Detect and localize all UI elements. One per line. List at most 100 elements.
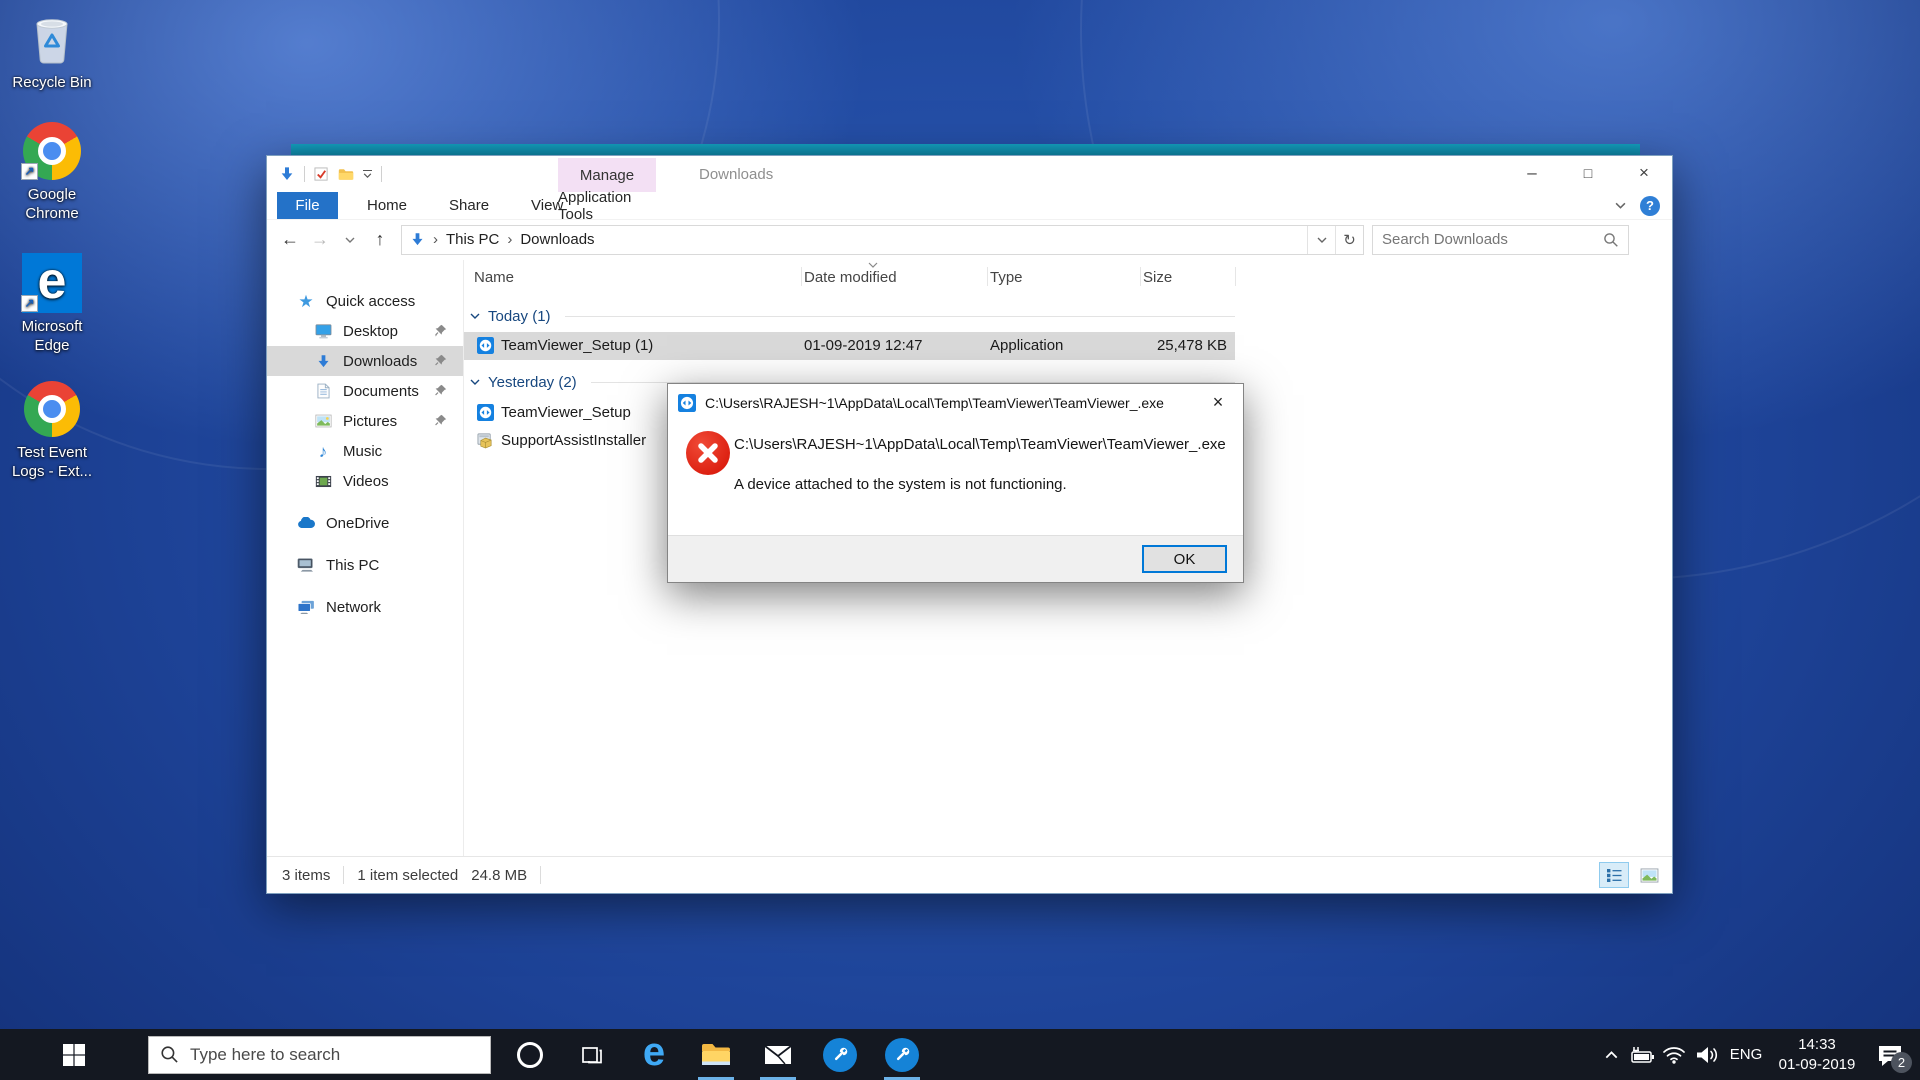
minimize-button[interactable]: – bbox=[1504, 156, 1560, 190]
group-header-today[interactable]: Today (1) bbox=[470, 304, 1235, 328]
videos-icon bbox=[314, 475, 332, 488]
start-button[interactable] bbox=[0, 1029, 148, 1080]
sidebar-item-music[interactable]: ♪ Music bbox=[267, 436, 463, 466]
sidebar-item-label: This PC bbox=[326, 557, 379, 574]
qat-separator bbox=[304, 166, 305, 182]
language-indicator[interactable]: ENG bbox=[1724, 1029, 1768, 1080]
tab-share[interactable]: Share bbox=[428, 192, 510, 219]
taskbar-mail-button[interactable] bbox=[755, 1029, 801, 1080]
column-header-name[interactable]: Name bbox=[474, 260, 514, 293]
breadcrumb-this-pc[interactable]: This PC bbox=[446, 231, 499, 248]
sidebar-item-documents[interactable]: Documents bbox=[267, 376, 463, 406]
pin-icon bbox=[434, 354, 447, 367]
column-header-date-modified[interactable]: Date modified bbox=[804, 260, 897, 293]
group-label: Today (1) bbox=[488, 308, 551, 325]
desktop-folder-icon bbox=[314, 324, 332, 339]
breadcrumb-separator: › bbox=[433, 231, 438, 248]
sidebar-item-downloads[interactable]: Downloads bbox=[267, 346, 463, 376]
sidebar-item-this-pc[interactable]: This PC bbox=[267, 550, 463, 580]
taskbar-supportassist-button[interactable] bbox=[817, 1029, 863, 1080]
group-label: Yesterday (2) bbox=[488, 374, 577, 391]
desktop-icon-test-event-logs[interactable]: Test Event Logs - Ext... bbox=[4, 378, 100, 482]
battery-charging-icon[interactable] bbox=[1626, 1029, 1658, 1080]
expand-ribbon-icon[interactable] bbox=[1615, 202, 1626, 209]
navigation-pane: ★ Quick access Desktop Downloads bbox=[267, 260, 464, 856]
file-row-teamviewer-setup-1[interactable]: TeamViewer_Setup (1) 01-09-2019 12:47 Ap… bbox=[464, 332, 1235, 360]
tab-file[interactable]: File bbox=[277, 192, 338, 219]
recent-locations-icon[interactable] bbox=[335, 225, 365, 255]
sidebar-item-quick-access[interactable]: ★ Quick access bbox=[267, 286, 463, 316]
taskbar-search-box[interactable] bbox=[148, 1036, 491, 1074]
taskbar: e ENG 14:33 bbox=[0, 1029, 1920, 1080]
forward-button[interactable]: → bbox=[305, 225, 335, 255]
new-folder-icon[interactable] bbox=[338, 168, 354, 181]
maximize-button[interactable]: □ bbox=[1560, 156, 1616, 190]
taskbar-search-input[interactable] bbox=[190, 1045, 479, 1065]
search-box[interactable] bbox=[1372, 225, 1629, 255]
details-view-button[interactable] bbox=[1599, 862, 1629, 888]
breadcrumb-downloads[interactable]: Downloads bbox=[520, 231, 594, 248]
teamviewer-file-icon bbox=[477, 404, 494, 421]
file-type: Application bbox=[990, 337, 1063, 354]
quick-access-toolbar bbox=[279, 156, 382, 192]
file-explorer-icon bbox=[701, 1042, 731, 1067]
sidebar-item-label: Documents bbox=[343, 383, 419, 400]
sidebar-item-desktop[interactable]: Desktop bbox=[267, 316, 463, 346]
file-size: 25,478 KB bbox=[1124, 337, 1227, 354]
sidebar-item-network[interactable]: Network bbox=[267, 592, 463, 622]
system-tray: ENG 14:33 01-09-2019 2 bbox=[1596, 1029, 1914, 1080]
tab-application-tools[interactable]: Application Tools bbox=[558, 192, 656, 219]
wifi-icon[interactable] bbox=[1658, 1029, 1690, 1080]
pin-icon bbox=[434, 324, 447, 337]
clock-date: 01-09-2019 bbox=[1779, 1055, 1856, 1075]
dialog-message-path: C:\Users\RAJESH~1\AppData\Local\Temp\Tea… bbox=[734, 436, 1233, 453]
sidebar-item-label: Music bbox=[343, 443, 382, 460]
sidebar-item-pictures[interactable]: Pictures bbox=[267, 406, 463, 436]
sidebar-item-label: Downloads bbox=[343, 353, 417, 370]
column-header-type[interactable]: Type bbox=[990, 260, 1023, 293]
task-view-button[interactable] bbox=[569, 1029, 615, 1080]
refresh-button[interactable]: ↻ bbox=[1335, 226, 1363, 254]
taskbar-file-explorer-button[interactable] bbox=[693, 1029, 739, 1080]
address-bar[interactable]: › This PC › Downloads ↻ bbox=[401, 225, 1364, 255]
search-icon bbox=[160, 1045, 179, 1064]
search-input[interactable] bbox=[1382, 231, 1603, 248]
sidebar-item-onedrive[interactable]: OneDrive bbox=[267, 508, 463, 538]
taskbar-supportassist-button-2[interactable] bbox=[879, 1029, 925, 1080]
desktop-icon-label: Google Chrome bbox=[4, 186, 100, 224]
installer-file-icon bbox=[477, 432, 494, 449]
action-center-button[interactable]: 2 bbox=[1866, 1029, 1914, 1080]
dialog-body: C:\Users\RAJESH~1\AppData\Local\Temp\Tea… bbox=[668, 421, 1243, 537]
teamviewer-dialog-icon bbox=[678, 394, 696, 412]
close-button[interactable]: × bbox=[1616, 156, 1672, 190]
cortana-button[interactable] bbox=[507, 1029, 553, 1080]
tab-manage[interactable]: Manage bbox=[558, 158, 656, 192]
clock-time: 14:33 bbox=[1779, 1035, 1856, 1055]
file-name: TeamViewer_Setup (1) bbox=[501, 337, 653, 354]
documents-icon bbox=[314, 383, 332, 399]
volume-icon[interactable] bbox=[1690, 1029, 1724, 1080]
large-icons-view-button[interactable] bbox=[1634, 862, 1664, 888]
dialog-close-button[interactable]: × bbox=[1193, 384, 1243, 421]
taskbar-clock[interactable]: 14:33 01-09-2019 bbox=[1768, 1029, 1866, 1080]
wrench-icon bbox=[885, 1038, 919, 1072]
help-icon[interactable]: ? bbox=[1640, 196, 1660, 216]
desktop-icon-recycle-bin[interactable]: Recycle Bin bbox=[4, 8, 100, 93]
tab-home[interactable]: Home bbox=[346, 192, 428, 219]
desktop-icon-microsoft-edge[interactable]: e ↗ Microsoft Edge bbox=[4, 252, 100, 356]
status-bar: 3 items 1 item selected 24.8 MB bbox=[267, 856, 1672, 893]
customize-qat-button[interactable] bbox=[363, 170, 372, 179]
search-icon[interactable] bbox=[1603, 232, 1619, 248]
taskbar-edge-button[interactable]: e bbox=[631, 1029, 677, 1080]
address-dropdown-icon[interactable] bbox=[1307, 226, 1335, 254]
tray-expand-button[interactable] bbox=[1596, 1029, 1626, 1080]
back-button[interactable]: ← bbox=[275, 225, 305, 255]
ok-button[interactable]: OK bbox=[1142, 545, 1227, 573]
column-header-size[interactable]: Size bbox=[1143, 260, 1172, 293]
desktop-icon-google-chrome[interactable]: ↗ Google Chrome bbox=[4, 120, 100, 224]
sidebar-item-label: OneDrive bbox=[326, 515, 389, 532]
sidebar-item-videos[interactable]: Videos bbox=[267, 466, 463, 496]
up-button[interactable]: ↑ bbox=[365, 225, 395, 255]
properties-icon[interactable] bbox=[314, 167, 329, 182]
edge-icon: e bbox=[643, 1032, 665, 1072]
